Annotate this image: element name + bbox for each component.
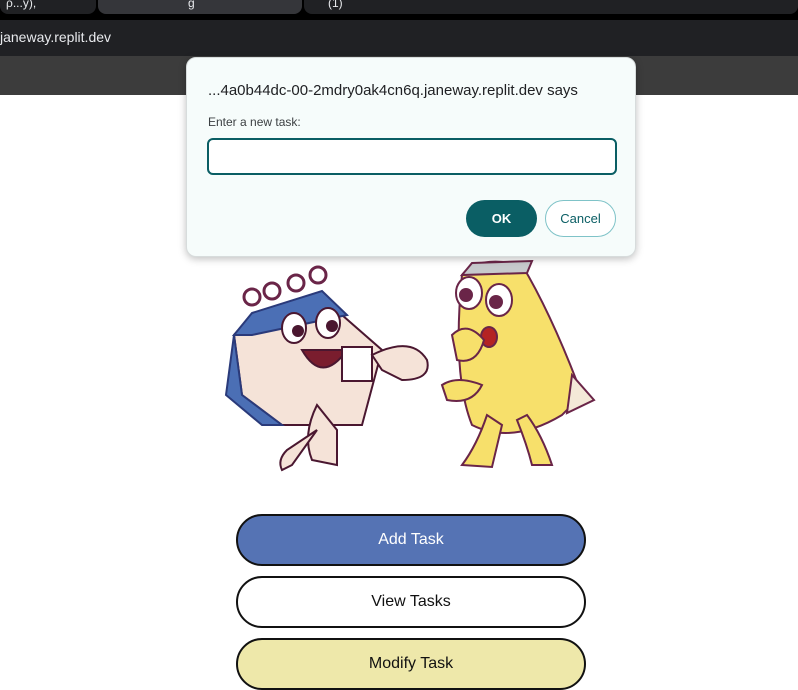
cancel-button[interactable]: Cancel — [545, 200, 616, 237]
browser-tab-active[interactable]: g — [98, 0, 302, 14]
tab-label: (1) — [328, 0, 343, 10]
tab-label: g — [188, 0, 195, 10]
calendar-character — [224, 265, 429, 472]
add-task-button[interactable]: Add Task — [236, 514, 586, 566]
address-bar[interactable]: janeway.replit.dev — [0, 20, 798, 56]
browser-tab-strip: ρ...y), g (1) — [0, 0, 798, 20]
browser-tab[interactable]: (1) — [304, 0, 798, 14]
dialog-title: ...4a0b44dc-00-2mdry0ak4cn6q.janeway.rep… — [208, 82, 578, 99]
modify-task-button[interactable]: Modify Task — [236, 638, 586, 690]
url-text: janeway.replit.dev — [0, 29, 112, 45]
ok-button[interactable]: OK — [466, 200, 537, 237]
prompt-dialog: ...4a0b44dc-00-2mdry0ak4cn6q.janeway.rep… — [186, 57, 636, 257]
browser-tab[interactable]: ρ...y), — [0, 0, 96, 14]
view-tasks-button[interactable]: View Tasks — [236, 576, 586, 628]
task-input[interactable] — [207, 138, 617, 175]
calendar-and-pencil-illustration — [224, 259, 596, 472]
pencil-character — [440, 259, 596, 469]
dialog-message: Enter a new task: — [208, 115, 301, 129]
tab-label: ρ...y), — [6, 0, 37, 10]
